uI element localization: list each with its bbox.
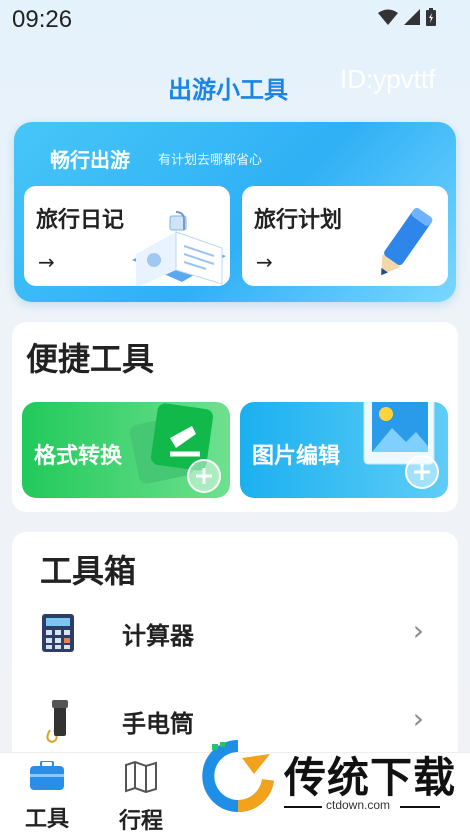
image-edit-tile[interactable]: 图片编辑 bbox=[240, 402, 448, 498]
chevron-right-icon: › bbox=[412, 702, 424, 735]
nav-item-itinerary[interactable]: 行程 bbox=[106, 760, 176, 835]
watermark-divider bbox=[400, 806, 440, 808]
calculator-label: 计算器 bbox=[122, 622, 194, 650]
signal-icon bbox=[404, 9, 420, 25]
format-convert-tile[interactable]: 格式转换 bbox=[22, 402, 230, 498]
watermark-divider bbox=[284, 806, 322, 808]
watermark: 传统下载 ctdown.com bbox=[196, 738, 456, 816]
travel-subtitle: 有计划去哪都省心 bbox=[158, 153, 263, 168]
travel-plan-label: 旅行计划 bbox=[254, 208, 343, 233]
calculator-icon bbox=[42, 614, 74, 652]
quick-tools-title: 便捷工具 bbox=[26, 340, 155, 378]
arrow-icon: → bbox=[256, 250, 273, 274]
watermark-url: ctdown.com bbox=[326, 798, 391, 812]
nav-item-tools[interactable]: 工具 bbox=[12, 760, 82, 833]
flashlight-icon bbox=[46, 700, 68, 744]
chevron-right-icon: › bbox=[412, 614, 424, 647]
travel-plan-card[interactable]: 旅行计划 → bbox=[242, 186, 448, 286]
notebook-icon bbox=[132, 211, 226, 286]
travel-section: 畅行出游 有计划去哪都省心 旅行日记 → 旅行计划 → bbox=[14, 122, 456, 302]
toolbox-item-calculator[interactable]: 计算器 › bbox=[12, 594, 458, 674]
arrow-icon: → bbox=[38, 250, 55, 274]
watermark-brand: 传统下载 bbox=[284, 753, 457, 802]
status-icons bbox=[378, 8, 436, 26]
image-icon bbox=[363, 402, 439, 489]
toolbox-section: 工具箱 计算器 › 手电筒 › bbox=[12, 532, 458, 762]
wifi-icon bbox=[378, 9, 398, 25]
map-icon bbox=[125, 760, 157, 794]
travel-diary-label: 旅行日记 bbox=[36, 208, 125, 233]
app-title: 出游小工具 bbox=[168, 76, 288, 104]
status-time: 09:26 bbox=[12, 6, 73, 33]
flashlight-label: 手电筒 bbox=[122, 710, 194, 738]
travel-diary-card[interactable]: 旅行日记 → bbox=[24, 186, 230, 286]
nav-label-itinerary: 行程 bbox=[118, 809, 163, 834]
watermark-logo-icon bbox=[202, 740, 274, 812]
toolbox-title: 工具箱 bbox=[40, 552, 137, 590]
quick-tools-section: 便捷工具 格式转换 图片编辑 bbox=[12, 322, 458, 512]
toolbox-icon bbox=[30, 760, 64, 790]
travel-heading: 畅行出游 bbox=[50, 148, 130, 172]
image-edit-label: 图片编辑 bbox=[252, 444, 341, 469]
nav-label-tools: 工具 bbox=[24, 807, 69, 832]
user-id: ID:ypvttf bbox=[340, 64, 436, 94]
pencil-icon bbox=[381, 208, 433, 276]
convert-icon bbox=[129, 403, 221, 493]
status-bar: 09:26 bbox=[0, 0, 470, 44]
format-convert-label: 格式转换 bbox=[34, 444, 123, 469]
battery-icon bbox=[426, 8, 436, 26]
